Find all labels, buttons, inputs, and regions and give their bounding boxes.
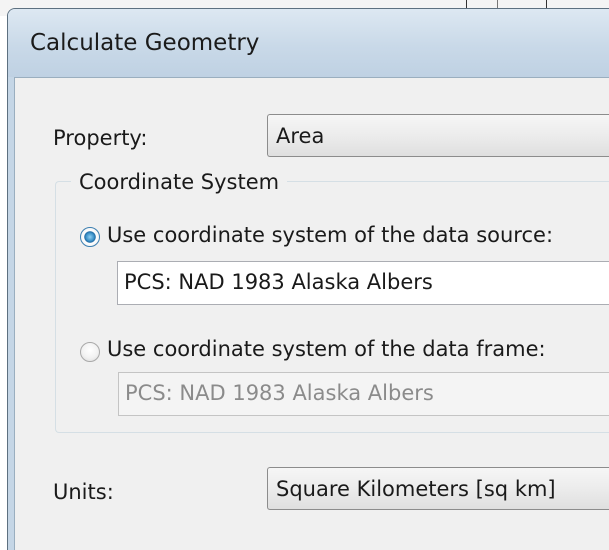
dialog-title: Calculate Geometry	[30, 30, 260, 56]
property-label: Property:	[53, 126, 148, 150]
dialog-titlebar[interactable]: Calculate Geometry	[8, 9, 609, 77]
data-frame-radio-label[interactable]: Use coordinate system of the data frame:	[107, 337, 546, 361]
calculate-geometry-dialog: Calculate Geometry Property: Area Coordi…	[7, 8, 609, 550]
property-dropdown-value: Area	[276, 124, 325, 148]
data-frame-radio[interactable]	[80, 342, 100, 362]
data-source-radio-label[interactable]: Use coordinate system of the data source…	[107, 223, 553, 247]
screen: Calculate Geometry Property: Area Coordi…	[0, 0, 609, 550]
data-frame-coordinate-value: PCS: NAD 1983 Alaska Albers	[125, 381, 434, 405]
data-source-coordinate-field: PCS: NAD 1983 Alaska Albers	[117, 261, 609, 305]
property-dropdown[interactable]: Area	[267, 114, 609, 157]
data-source-radio[interactable]	[80, 227, 100, 247]
data-frame-coordinate-field: PCS: NAD 1983 Alaska Albers	[118, 372, 609, 416]
data-source-coordinate-value: PCS: NAD 1983 Alaska Albers	[124, 270, 433, 294]
units-dropdown-value: Square Kilometers [sq km]	[276, 477, 556, 501]
dialog-body: Property: Area Coordinate System Use coo…	[14, 77, 609, 550]
coordinate-system-caption: Coordinate System	[71, 170, 288, 194]
units-label: Units:	[53, 480, 114, 504]
units-dropdown[interactable]: Square Kilometers [sq km]	[267, 467, 609, 510]
